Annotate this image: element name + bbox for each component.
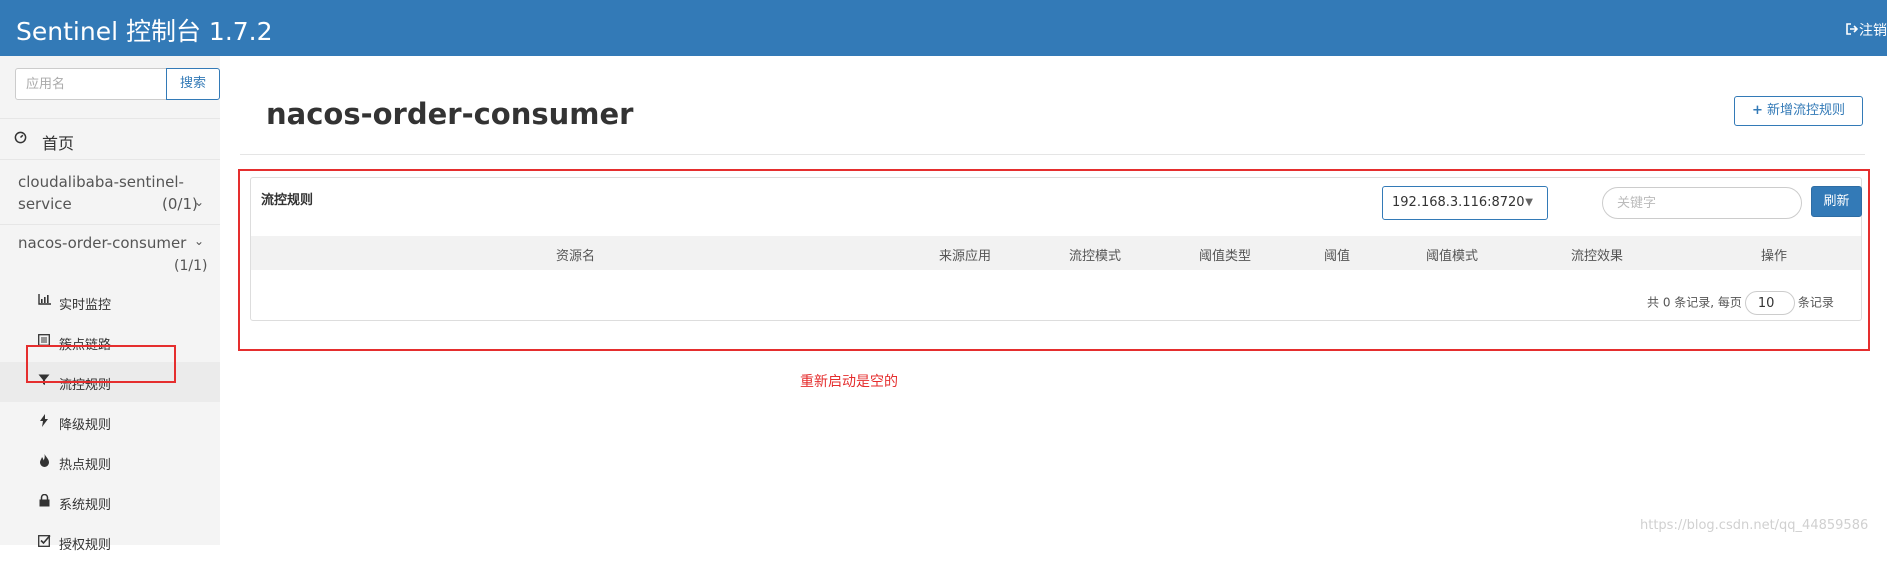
app-search-input[interactable] bbox=[15, 68, 167, 100]
menu-label: 授权规则 bbox=[59, 538, 112, 553]
page-title: nacos-order-consumer bbox=[266, 97, 634, 131]
sidebar-item-system-rules[interactable]: 系统规则 bbox=[0, 482, 220, 522]
bar-chart-icon bbox=[36, 294, 52, 309]
top-navbar: Sentinel 控制台 1.7.2 注销 bbox=[0, 0, 1887, 56]
sidebar-item-realtime-monitor[interactable]: 实时监控 bbox=[0, 282, 220, 322]
sidebar-item-hotspot-rules[interactable]: 热点规则 bbox=[0, 442, 220, 482]
sidebar-item-home[interactable]: 首页 bbox=[0, 118, 220, 160]
plus-icon: + bbox=[1752, 103, 1763, 118]
sign-out-icon bbox=[1845, 23, 1859, 39]
divider bbox=[240, 154, 1865, 155]
sidebar: 搜索 首页 cloudalibaba-sentinel-service (0/1… bbox=[0, 56, 220, 553]
fire-icon bbox=[36, 454, 52, 471]
sidebar-item-label: 首页 bbox=[42, 134, 75, 153]
app-title[interactable]: Sentinel 控制台 1.7.2 bbox=[16, 12, 273, 48]
sidebar-item-auth-rules[interactable]: 授权规则 bbox=[0, 522, 220, 562]
logout-link[interactable]: 注销 bbox=[1845, 20, 1887, 40]
add-flow-rule-label: 新增流控规则 bbox=[1766, 103, 1845, 118]
menu-label: 实时监控 bbox=[59, 298, 112, 313]
app-machine-count: (0/1) bbox=[162, 195, 198, 213]
logout-label: 注销 bbox=[1859, 23, 1887, 39]
lock-icon bbox=[36, 493, 52, 511]
menu-label: 热点规则 bbox=[59, 458, 112, 473]
annotation-text: 重新启动是空的 bbox=[800, 374, 898, 390]
watermark: https://blog.csdn.net/qq_44859586 bbox=[1640, 518, 1869, 533]
highlight-box bbox=[26, 345, 176, 383]
app-search: 搜索 bbox=[15, 68, 220, 100]
highlight-box bbox=[238, 169, 1870, 351]
sidebar-item-degrade-rules[interactable]: 降级规则 bbox=[0, 402, 220, 442]
menu-label: 系统规则 bbox=[59, 498, 112, 513]
search-button[interactable]: 搜索 bbox=[166, 68, 220, 100]
menu-label: 降级规则 bbox=[59, 418, 112, 433]
add-flow-rule-button[interactable]: + 新增流控规则 bbox=[1734, 96, 1863, 126]
chevron-down-icon: ⌄ bbox=[194, 195, 205, 209]
check-square-icon bbox=[36, 534, 52, 551]
app-machine-count: (1/1) bbox=[174, 258, 208, 274]
dashboard-icon bbox=[14, 130, 27, 148]
flash-icon bbox=[36, 414, 52, 431]
chevron-down-icon: ⌄ bbox=[194, 234, 205, 248]
app-name: nacos-order-consumer bbox=[18, 234, 187, 252]
sidebar-app-cloudalibaba-sentinel-service[interactable]: cloudalibaba-sentinel-service (0/1) ⌄ bbox=[0, 161, 220, 225]
sidebar-app-nacos-order-consumer[interactable]: nacos-order-consumer (1/1) ⌄ bbox=[0, 226, 220, 286]
